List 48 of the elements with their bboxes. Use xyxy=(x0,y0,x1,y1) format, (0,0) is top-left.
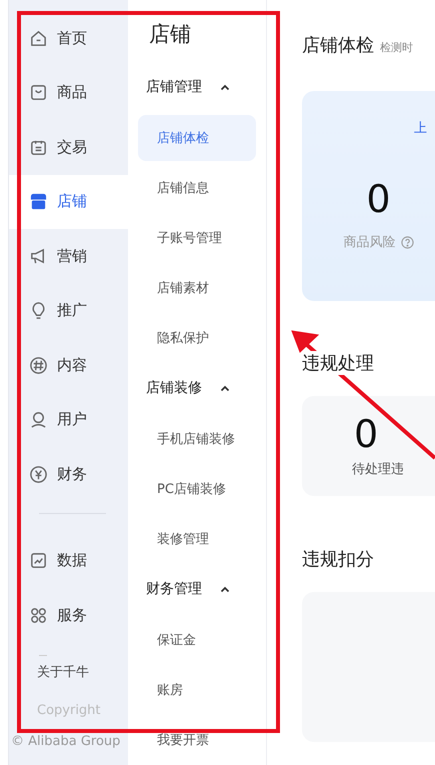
nav-item[interactable]: 交易 xyxy=(9,120,128,174)
user-icon xyxy=(29,410,48,430)
caret-icon xyxy=(220,586,230,593)
nav-item[interactable]: 商品 xyxy=(9,66,128,120)
copyright-text: Copyright xyxy=(36,702,102,720)
menu-item[interactable]: 店铺素材 xyxy=(138,264,256,311)
nav-item[interactable]: 推广 xyxy=(9,284,128,338)
menu-item[interactable]: 店铺体检 xyxy=(138,114,256,161)
nav-item[interactable]: 用户 xyxy=(9,392,128,447)
menu-item[interactable]: 账房 xyxy=(138,666,256,713)
help-icon[interactable] xyxy=(400,236,414,248)
grid-icon xyxy=(29,606,48,625)
link[interactable]: 上 xyxy=(414,119,427,137)
section-title: 违规处理 xyxy=(302,351,374,375)
menu-title: 店铺 xyxy=(148,21,192,48)
menu-group-header[interactable]: 店铺装修 xyxy=(138,362,266,414)
stat-value: 0 xyxy=(366,177,391,221)
shop-icon xyxy=(29,192,48,212)
nav-item[interactable]: 内容 xyxy=(9,338,128,392)
menu-item[interactable]: 手机店铺装修 xyxy=(138,416,256,462)
menu-item[interactable]: 子账号管理 xyxy=(138,214,256,261)
menu-group-header[interactable]: 店铺管理 xyxy=(138,62,266,113)
stat-value: 0 xyxy=(354,412,378,456)
menu-item[interactable]: 装修管理 xyxy=(138,516,256,562)
nav-item[interactable]: 财务 xyxy=(9,447,128,502)
copyright-text: © Alibaba Group xyxy=(10,732,122,750)
house-icon xyxy=(29,28,48,48)
nav-item[interactable]: 营销 xyxy=(9,229,128,284)
bag-icon xyxy=(29,83,48,102)
menu-item[interactable]: 我要开票 xyxy=(138,716,256,763)
menu-item[interactable]: 店铺信息 xyxy=(138,164,256,211)
nav-item[interactable]: 数据 xyxy=(9,534,128,588)
yuan-icon xyxy=(29,464,48,484)
hash-icon xyxy=(29,356,48,375)
menu-item[interactable]: 保证金 xyxy=(138,617,256,663)
nav-item[interactable]: 服务 xyxy=(9,588,128,642)
nav-item[interactable]: 店铺 xyxy=(9,174,128,229)
chart-icon xyxy=(29,551,48,570)
menu-group-header[interactable]: 财务管理 xyxy=(138,564,266,616)
stat-label: 待处理违 xyxy=(352,461,404,478)
menu-item[interactable]: PC店铺装修 xyxy=(138,466,256,512)
menu-item[interactable]: 隐私保护 xyxy=(138,314,256,361)
timestamp-label: 检测时 xyxy=(380,40,413,55)
nav-item[interactable]: 首页 xyxy=(9,11,128,66)
about-link[interactable]: 关于千牛 xyxy=(9,660,128,686)
stat-label: 商品风险 xyxy=(344,234,396,251)
caret-icon xyxy=(220,84,230,91)
caret-icon xyxy=(220,384,230,392)
